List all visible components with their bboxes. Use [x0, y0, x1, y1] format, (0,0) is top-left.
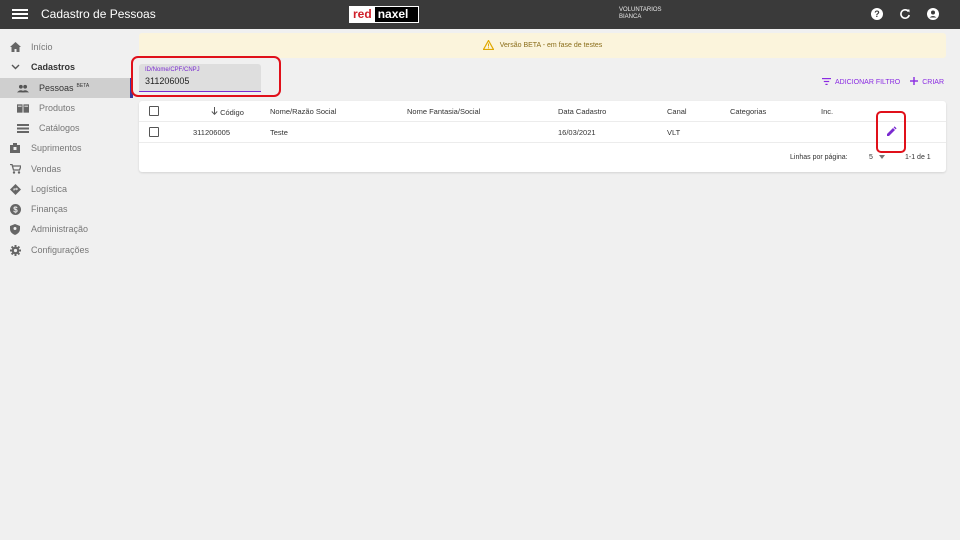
add-filter-label: ADICIONAR FILTRO	[835, 78, 901, 86]
rows-per-page-label: Linhas por página:	[790, 154, 848, 161]
book-icon	[17, 102, 29, 114]
create-button[interactable]: CRIAR	[910, 77, 944, 87]
warning-icon	[482, 38, 495, 52]
beta-badge: BETA	[76, 83, 90, 89]
page-title: Cadastro de Pessoas	[41, 7, 156, 21]
sidebar-item-label: Início	[31, 42, 53, 52]
column-header-data[interactable]: Data Cadastro	[558, 107, 606, 116]
menu-icon[interactable]	[12, 7, 28, 21]
column-header-canal[interactable]: Canal	[667, 107, 687, 116]
add-filter-button[interactable]: ADICIONAR FILTRO	[822, 77, 901, 87]
sidebar-item-label: Finanças	[31, 204, 68, 214]
beta-banner: Versão BETA - em fase de testes	[139, 33, 946, 58]
column-header-inc[interactable]: Inc.	[821, 107, 833, 116]
cart-icon	[9, 163, 21, 175]
sidebar-item-label: Logística	[31, 184, 68, 194]
home-icon	[9, 41, 21, 53]
search-input[interactable]: ID/Nome/CPF/CNPJ 311206005	[139, 64, 261, 92]
logo: red naxel	[349, 6, 419, 23]
sidebar-item-label: Vendas	[31, 164, 62, 174]
sidebar-item-configuracoes[interactable]: Configurações	[0, 240, 133, 260]
sidebar-item-label: Administração	[31, 224, 89, 234]
cell-codigo: 311206005	[193, 128, 230, 137]
column-header-categorias[interactable]: Categorias	[730, 107, 766, 116]
sidebar-item-cadastros[interactable]: Cadastros	[0, 57, 133, 77]
top-app-bar: Cadastro de Pessoas red naxel VOLUNTARIO…	[0, 0, 960, 29]
cell-nome: Teste	[270, 128, 288, 137]
sidebar-item-inicio[interactable]: Início	[0, 37, 133, 57]
sidebar-item-label: Catálogos	[39, 123, 80, 133]
sidebar-item-label: Cadastros	[31, 62, 76, 72]
people-table: Código Nome/Razão Social Nome Fantasia/S…	[139, 101, 946, 172]
sidebar-item-label: Produtos	[39, 103, 76, 113]
row-checkbox[interactable]	[149, 127, 159, 137]
people-icon	[17, 82, 29, 94]
table-row[interactable]: 311206005 Teste 16/03/2021 VLT	[139, 122, 946, 143]
rows-per-page-select[interactable]: 5	[869, 154, 885, 161]
route-icon	[9, 183, 21, 195]
sidebar-item-financas[interactable]: $ Finanças	[0, 199, 133, 219]
table-header-row: Código Nome/Razão Social Nome Fantasia/S…	[139, 101, 946, 122]
sidebar-item-administracao[interactable]: Administração	[0, 219, 133, 239]
create-label: CRIAR	[922, 78, 944, 86]
sidebar-item-logistica[interactable]: Logística	[0, 179, 133, 199]
chevron-down-icon	[9, 61, 21, 73]
list-icon	[17, 122, 29, 134]
search-input-label: ID/Nome/CPF/CNPJ	[145, 67, 200, 73]
select-all-checkbox[interactable]	[149, 106, 159, 116]
svg-text:?: ?	[874, 9, 880, 19]
sidebar: Início Cadastros Pessoas BETA Produtos C…	[0, 29, 133, 540]
dollar-icon: $	[9, 203, 21, 215]
help-icon[interactable]: ?	[870, 7, 884, 21]
svg-text:$: $	[13, 205, 18, 214]
sidebar-item-label: Configurações	[31, 245, 90, 255]
sidebar-item-produtos[interactable]: Produtos	[0, 98, 133, 118]
refresh-icon[interactable]	[898, 7, 912, 21]
dropdown-arrow-icon	[878, 154, 885, 161]
column-header-codigo[interactable]: Código	[211, 107, 244, 117]
sidebar-item-label: Pessoas	[39, 83, 74, 93]
sidebar-item-pessoas[interactable]: Pessoas BETA	[0, 78, 133, 98]
sidebar-item-catalogos[interactable]: Catálogos	[0, 118, 133, 138]
user-org: VOLUNTARIOS	[619, 7, 662, 13]
logo-red-text: red	[350, 7, 375, 22]
sort-arrow-icon	[211, 107, 218, 117]
gear-icon	[9, 244, 21, 256]
sidebar-item-suprimentos[interactable]: Suprimentos	[0, 138, 133, 158]
search-input-value[interactable]: 311206005	[145, 76, 255, 86]
plus-icon	[910, 77, 919, 87]
user-info: VOLUNTARIOS BIANCA	[619, 7, 662, 21]
pagination-range: 1-1 de 1	[905, 154, 931, 161]
filter-icon	[822, 77, 831, 87]
table-pagination: Linhas por página: 5 1-1 de 1	[139, 144, 946, 172]
toolbar-actions: ADICIONAR FILTRO CRIAR	[822, 77, 944, 87]
column-header-fantasia[interactable]: Nome Fantasia/Social	[407, 107, 480, 116]
banner-text: Versão BETA - em fase de testes	[499, 42, 603, 49]
sidebar-item-vendas[interactable]: Vendas	[0, 159, 133, 179]
account-icon[interactable]	[926, 7, 940, 21]
column-header-nome[interactable]: Nome/Razão Social	[270, 107, 336, 116]
sidebar-item-label: Suprimentos	[31, 143, 82, 153]
user-name: BIANCA	[619, 14, 642, 20]
edit-icon[interactable]	[884, 125, 898, 139]
logo-naxel-text: naxel	[374, 7, 418, 22]
box-icon	[9, 142, 21, 154]
cell-data: 16/03/2021	[558, 128, 596, 137]
cell-canal: VLT	[667, 128, 681, 137]
shield-icon	[9, 223, 21, 235]
